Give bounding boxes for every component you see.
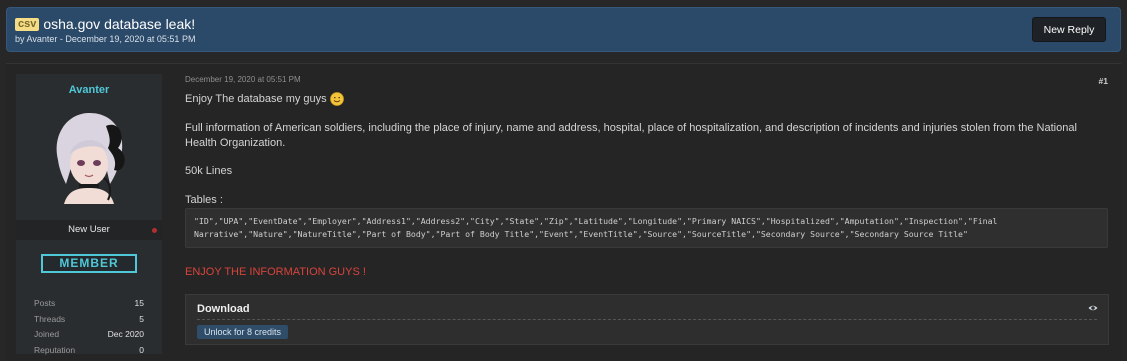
user-info-panel: Avanter New User MEMBER Posts 15 Threads… (16, 74, 162, 355)
user-rank: New User (16, 220, 162, 240)
stat-row-threads: Threads 5 (34, 312, 144, 328)
stat-row-reputation: Reputation 0 (34, 343, 144, 359)
stat-value: 0 (139, 344, 144, 355)
post-text-highlight: ENJOY THE INFORMATION GUYS ! (185, 266, 366, 278)
smile-icon (329, 92, 344, 106)
eye-icon[interactable] (1088, 303, 1098, 313)
stat-value: 5 (139, 313, 144, 324)
title-row: csv osha.gov database leak! (15, 16, 195, 32)
stat-row-posts: Posts 15 (34, 296, 144, 312)
user-stats: Posts 15 Threads 5 Joined Dec 2020 Reput… (34, 296, 144, 358)
stat-label: Posts (34, 298, 56, 308)
thread-title: osha.gov database leak! (43, 16, 196, 32)
avatar[interactable] (44, 108, 134, 204)
stat-row-joined: Joined Dec 2020 (34, 327, 144, 343)
unlock-button[interactable]: Unlock for 8 credits (197, 325, 289, 339)
thread-byline: by Avanter - December 19, 2020 at 05:51 … (15, 34, 196, 44)
code-block: "ID","UPA","EventDate","Employer","Addre… (185, 208, 1108, 248)
stat-label: Reputation (34, 344, 76, 355)
post-line-intro: Enjoy The database my guys (185, 92, 344, 106)
user-rank-label: New User (68, 224, 110, 235)
stat-label: Threads (34, 313, 66, 324)
download-box: Download Unlock for 8 credits (185, 294, 1109, 345)
post-date[interactable]: December 19, 2020 at 05:51 PM (185, 75, 301, 84)
stat-value: Dec 2020 (107, 329, 144, 340)
stat-value: 15 (134, 298, 144, 308)
thread-header: csv osha.gov database leak! by Avanter -… (6, 7, 1121, 52)
thread-prefix-badge[interactable]: csv (15, 17, 40, 31)
new-reply-button[interactable]: New Reply (1032, 17, 1106, 42)
post-number-link[interactable]: #1 (1099, 76, 1108, 86)
post-text-description: Full information of American soldiers, i… (185, 122, 1077, 149)
post-text-lines: 50k Lines (185, 165, 233, 177)
username-link[interactable]: Avanter (16, 84, 162, 96)
post-text-tables: Tables : (185, 194, 223, 206)
post-text-intro: Enjoy The database my guys (185, 93, 327, 105)
member-badge: MEMBER (41, 254, 137, 273)
post: Avanter New User MEMBER Posts 15 Threads… (6, 63, 1121, 361)
offline-status-icon (152, 228, 157, 233)
download-title: Download (197, 303, 250, 315)
stat-label: Joined (34, 329, 60, 340)
download-divider (197, 319, 1097, 320)
